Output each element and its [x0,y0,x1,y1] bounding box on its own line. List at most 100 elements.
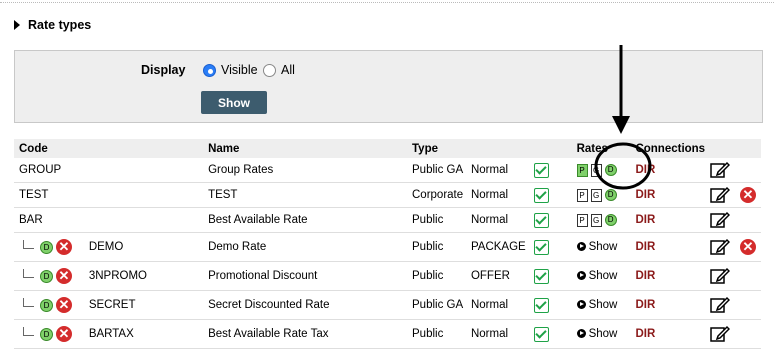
cell-rates: Show [571,290,631,320]
table-row[interactable]: D ✕ BARTAX Best Available Rate Tax Public Nor… [14,319,761,349]
cell-delete [735,319,761,349]
radio-all[interactable]: All [263,63,295,77]
cell-sub: BARTAX [83,319,204,349]
cell-connections: DIR [630,158,706,183]
expand-triangle-icon[interactable] [14,20,20,30]
play-icon [576,300,586,310]
table-row[interactable]: D ✕ 3NPROMO Promotional Discount Public OFFER… [14,261,761,291]
rate-badge-p[interactable]: P [576,213,588,227]
radio-visible-dot[interactable] [203,63,216,77]
cell-sub: DEMO [83,232,204,262]
cell-kind: Normal [465,182,529,208]
delete-icon[interactable]: ✕ [740,239,756,255]
cell-sub [83,182,204,208]
visible-check-icon[interactable] [533,212,549,228]
section-header[interactable]: Rate types [14,18,91,32]
tree-branch-icon [23,239,34,249]
rate-badge-d[interactable]: D [604,214,617,226]
cell-visible [528,182,572,208]
dir-link[interactable]: DIR [635,241,655,253]
col-kind [465,139,529,158]
rate-badge-p[interactable]: P [576,163,588,177]
rate-types-table: Code Name Type Rates Connections GROUP Gr… [14,139,761,349]
rates-show-link[interactable]: Show [576,328,618,340]
visible-check-icon[interactable] [533,239,549,255]
cell-code: D ✕ [14,290,84,320]
edit-icon[interactable] [710,237,731,258]
cell-sub [83,207,204,233]
cell-kind: Normal [465,158,529,183]
display-label: Display [141,63,186,77]
dir-link[interactable]: DIR [635,214,655,226]
edit-icon[interactable] [710,185,731,206]
cell-code: GROUP [14,158,84,183]
delete-icon[interactable]: ✕ [56,297,72,313]
table-row[interactable]: BAR Best Available Rate Public Normal P G D DIR [14,207,761,233]
rates-show-link[interactable]: Show [576,270,618,282]
tree-branch-icon [23,268,34,278]
cell-kind: Normal [465,207,529,233]
cell-kind: Normal [465,319,529,349]
cell-kind: Normal [465,290,529,320]
cell-code: D ✕ [14,261,84,291]
cell-sub: 3NPROMO [83,261,204,291]
table-row[interactable]: D ✕ SECRET Secret Discounted Rate Public GA N… [14,290,761,320]
col-code[interactable]: Code [14,139,84,158]
col-name[interactable]: Name [203,139,407,158]
radio-visible[interactable]: Visible [203,63,258,77]
rate-badge-g[interactable]: G [590,188,602,202]
cell-rates: PGD [571,207,631,233]
show-button[interactable]: Show [201,91,267,114]
cell-type: Public GA [407,158,466,183]
dir-link[interactable]: DIR [635,189,655,201]
rate-badge-d[interactable]: D [604,189,617,201]
dir-link[interactable]: DIR [635,164,655,176]
cell-connections: DIR [630,290,706,320]
visible-check-icon[interactable] [533,326,549,342]
table-row[interactable]: GROUP Group Rates Public GA Normal P G D DIR [14,158,761,183]
cell-type: Public [407,261,466,291]
cell-name: Best Available Rate [203,207,407,233]
visible-check-icon[interactable] [533,162,549,178]
radio-all-dot[interactable] [263,63,276,77]
rate-badge-d[interactable]: D [604,164,617,176]
cell-edit [705,182,735,208]
rates-show-label: Show [588,270,618,282]
cell-connections: DIR [630,232,706,262]
cell-visible [528,232,572,262]
visible-check-icon[interactable] [533,297,549,313]
edit-icon[interactable] [710,324,731,345]
visible-check-icon[interactable] [533,268,549,284]
delete-icon[interactable]: ✕ [56,239,72,255]
table-header-row: Code Name Type Rates Connections [14,139,761,158]
rate-badge-g[interactable]: G [590,163,602,177]
edit-icon[interactable] [710,210,731,231]
delete-icon[interactable]: ✕ [56,326,72,342]
cell-visible [528,158,572,183]
edit-icon[interactable] [710,266,731,287]
cell-code: D ✕ [14,232,84,262]
col-sub [83,139,204,158]
cell-code: BAR [14,207,84,233]
rates-show-link[interactable]: Show [576,241,617,253]
rate-badge-g[interactable]: G [590,213,602,227]
col-connections: Connections [630,139,706,158]
col-delete [735,139,761,158]
delete-icon[interactable]: ✕ [56,268,72,284]
cell-edit [705,158,735,183]
table-row[interactable]: D ✕ DEMO Demo Rate Public PACKAGE Show DIR ✕ [14,232,761,262]
table-row[interactable]: TEST TEST Corporate Normal P G D DIR ✕ [14,182,761,208]
rates-show-link[interactable]: Show [576,299,617,311]
col-type[interactable]: Type [407,139,466,158]
cell-rates: Show [571,261,631,291]
rates-show-label: Show [588,328,618,340]
rate-badge-p[interactable]: P [576,188,588,202]
dir-link[interactable]: DIR [635,270,655,282]
cell-name: Group Rates [203,158,407,183]
visible-check-icon[interactable] [533,187,549,203]
dir-link[interactable]: DIR [635,328,655,340]
delete-icon[interactable]: ✕ [740,187,756,203]
edit-icon[interactable] [710,160,731,181]
edit-icon[interactable] [710,295,731,316]
dir-link[interactable]: DIR [635,299,655,311]
